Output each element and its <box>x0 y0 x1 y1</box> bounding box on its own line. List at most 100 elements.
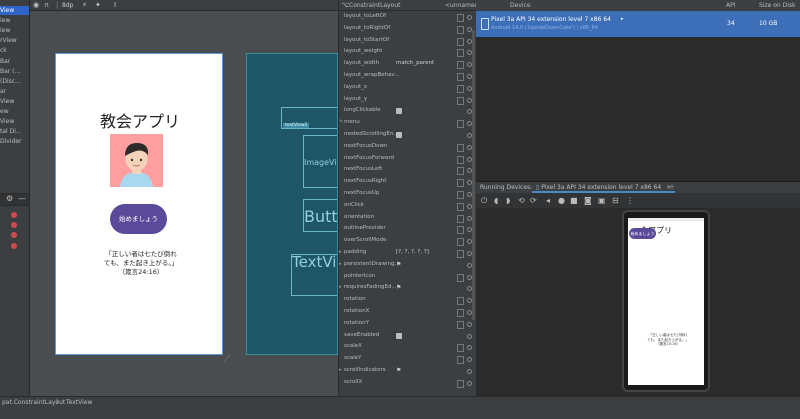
gear-icon[interactable]: ⚙ <box>6 194 13 203</box>
tree-item[interactable]: ar <box>0 87 6 96</box>
attribute-dropdown[interactable] <box>457 96 464 105</box>
attribute-dropdown[interactable] <box>457 344 464 353</box>
preview-title[interactable]: 教会アプリ <box>56 108 224 132</box>
tree-item[interactable]: (Disc... <box>0 77 21 86</box>
attribute-dropdown[interactable] <box>457 379 464 388</box>
resize-handle-icon[interactable]: ⟋ <box>224 354 234 364</box>
attribute-dropdown[interactable] <box>457 120 464 129</box>
attribute-toggle[interactable] <box>396 108 402 115</box>
attribute-dropdown[interactable] <box>457 73 464 81</box>
preview-verse-text[interactable]: 「正しい者は七たび倒れ ても、また起き上がる。」 （箴言24:16） <box>86 250 196 277</box>
emulator-start-button[interactable]: 始めましょう <box>629 228 656 239</box>
attribute-row[interactable]: ▸ scrollIndicators ⚑ <box>339 365 476 377</box>
emulator-verse-text[interactable]: 「正しい者は七たび倒れ ても、また起き上がる。」 （箴言24:16） <box>643 333 693 347</box>
attribute-row[interactable]: outlineProvider <box>339 223 476 235</box>
attribute-row[interactable]: nextFocusRight <box>339 176 476 188</box>
back-icon[interactable]: ◂ <box>546 196 550 205</box>
attribute-row[interactable]: layout_width match_parent <box>339 58 476 70</box>
clear-constraints-icon[interactable]: ⚡ <box>82 1 87 10</box>
attribute-row[interactable]: layout_weight <box>339 46 476 58</box>
attribute-dropdown[interactable] <box>457 238 464 247</box>
preview-avatar-image[interactable] <box>110 134 163 187</box>
attribute-row[interactable]: ▸ padding [?, ?, ?, ?, ?] <box>339 247 476 259</box>
blueprint-imageview[interactable]: ImageView <box>303 135 337 188</box>
attribute-dropdown[interactable] <box>457 25 464 34</box>
default-margin-value[interactable]: 8dp <box>62 1 73 10</box>
tree-item[interactable]: Divider <box>0 137 21 146</box>
attribute-row[interactable]: longClickable <box>339 105 476 117</box>
attribute-resource-icon[interactable] <box>467 321 472 327</box>
attribute-row[interactable]: ▸ requiresFadingEd... ⚑ <box>339 282 476 294</box>
attribute-toggle[interactable] <box>396 332 402 339</box>
running-device-tab[interactable]: ▯ Pixel 3a API 34 extension level 7 x86 … <box>532 182 676 193</box>
add-icon[interactable]: ＋ <box>669 182 675 193</box>
blueprint-view[interactable]: textView2 ImageView Butto TextVi <box>246 53 338 355</box>
volume-up-icon[interactable]: ◖ <box>494 196 498 205</box>
attribute-resource-icon[interactable] <box>467 369 472 374</box>
attribute-dropdown[interactable] <box>457 14 464 22</box>
flag-icon[interactable]: ⚑ <box>396 259 401 271</box>
attribute-dropdown[interactable] <box>457 37 464 46</box>
expand-icon[interactable]: ▸ <box>339 259 342 271</box>
attribute-dropdown[interactable] <box>457 143 464 152</box>
attribute-row[interactable]: nestedScrollingEn... <box>339 129 476 141</box>
guidelines-icon[interactable]: Ⅰ <box>114 1 116 10</box>
attribute-resource-icon[interactable] <box>467 380 472 386</box>
more-icon[interactable]: ⋮ <box>626 196 634 205</box>
home-icon[interactable]: ● <box>558 196 565 205</box>
attribute-dropdown[interactable] <box>457 61 464 70</box>
attribute-dropdown[interactable] <box>457 309 464 317</box>
attribute-row[interactable]: nextFocusLeft <box>339 164 476 176</box>
error-icon[interactable] <box>11 243 17 249</box>
attribute-dropdown[interactable] <box>457 273 464 282</box>
attribute-row[interactable]: ▸ persistentDrawing... ⚑ <box>339 259 476 271</box>
attribute-value[interactable]: [?, ?, ?, ?, ?] <box>396 247 429 259</box>
attribute-row[interactable]: layout_toRightOf <box>339 23 476 35</box>
tree-item[interactable]: Bar (... <box>0 67 20 76</box>
eye-icon[interactable]: ◉ <box>33 1 39 10</box>
attribute-row[interactable]: saveEnabled <box>339 330 476 342</box>
launch-icon[interactable]: ▸ <box>621 16 624 22</box>
preview-start-button[interactable]: 始めましょう <box>110 204 167 234</box>
attribute-dropdown[interactable] <box>457 250 464 258</box>
attribute-resource-icon[interactable] <box>467 357 472 363</box>
attribute-row[interactable]: scaleY <box>339 353 476 365</box>
attribute-dropdown[interactable] <box>457 226 464 235</box>
tree-item[interactable]: ck <box>0 46 7 55</box>
attribute-row[interactable]: layout_x <box>339 82 476 94</box>
blueprint-textview[interactable]: TextVi <box>291 254 337 296</box>
tree-item[interactable]: iew <box>0 26 10 35</box>
attribute-value[interactable]: match_parent <box>396 58 434 70</box>
attribute-dropdown[interactable] <box>457 214 464 223</box>
error-icon[interactable] <box>11 232 17 238</box>
attribute-row[interactable]: layout_wrapBehav... <box>339 70 476 82</box>
attributes-id-value[interactable]: <unnamed> <box>445 0 476 11</box>
attribute-row[interactable]: nextFocusDown <box>339 141 476 153</box>
attribute-row[interactable]: rotationX <box>339 306 476 318</box>
record-icon[interactable]: ▣ <box>598 196 606 205</box>
attribute-dropdown[interactable] <box>457 191 464 199</box>
error-icon[interactable] <box>11 222 17 228</box>
attribute-toggle[interactable] <box>396 132 402 138</box>
screenshot-icon[interactable]: ◙ <box>584 196 592 205</box>
attributes-scrollbar[interactable] <box>472 30 475 320</box>
attribute-row[interactable]: layout_toStartOf <box>339 35 476 47</box>
expand-icon[interactable]: ▸ <box>339 247 342 259</box>
tree-item[interactable]: rView <box>0 36 17 45</box>
tree-item[interactable]: View <box>0 97 14 106</box>
tree-item[interactable]: View <box>0 117 14 126</box>
blueprint-title-box[interactable]: textView2 <box>281 107 337 129</box>
attribute-dropdown[interactable] <box>457 49 464 58</box>
power-icon[interactable]: ⏻ <box>481 196 487 205</box>
expand-icon[interactable]: ▸ <box>339 365 342 377</box>
minimize-icon[interactable]: — <box>18 194 26 203</box>
snapshot-icon[interactable]: ⊟ <box>612 196 619 205</box>
attribute-row[interactable]: ✎ menu <box>339 117 476 129</box>
attribute-dropdown[interactable] <box>457 179 464 188</box>
tree-item[interactable]: tal Di... <box>0 127 22 136</box>
attribute-row[interactable]: layout_toLeftOf <box>339 11 476 23</box>
flag-icon[interactable]: ⚑ <box>396 282 401 294</box>
attribute-dropdown[interactable] <box>457 356 464 365</box>
volume-down-icon[interactable]: ◗ <box>506 196 510 205</box>
attribute-row[interactable]: layout_y <box>339 94 476 106</box>
